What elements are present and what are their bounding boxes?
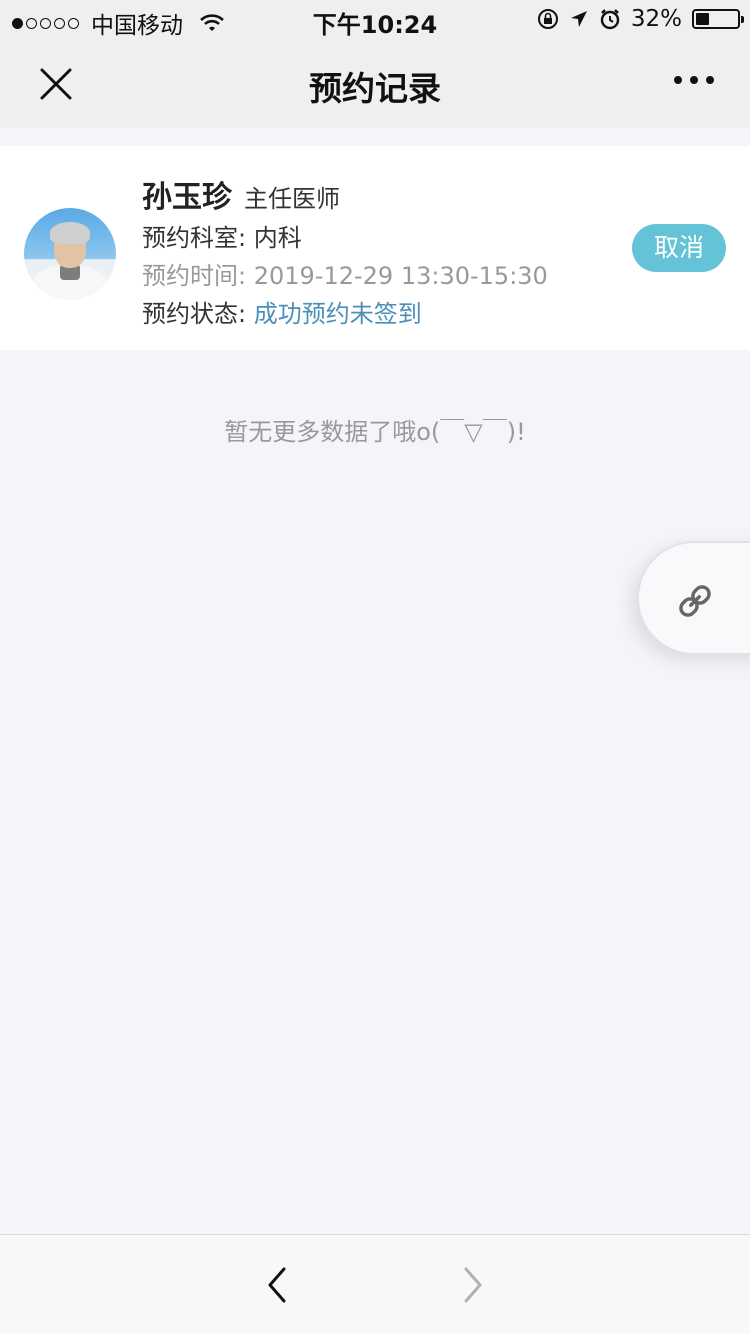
dept-value: 内科 bbox=[253, 224, 302, 252]
dept-label: 预约科室: bbox=[142, 224, 254, 252]
doctor-title: 主任医师 bbox=[244, 185, 340, 213]
cancel-button[interactable]: 取消 bbox=[632, 224, 726, 272]
doctor-avatar bbox=[24, 208, 116, 300]
time-value: 2019-12-29 13:30-15:30 bbox=[253, 262, 548, 290]
appointment-time: 预约时间: 2019-12-29 13:30-15:30 bbox=[142, 256, 548, 291]
chevron-left-icon[interactable] bbox=[262, 1265, 292, 1305]
wifi-icon bbox=[200, 14, 224, 31]
floating-link-button[interactable] bbox=[637, 541, 750, 655]
battery-level bbox=[696, 13, 709, 25]
appointment-dept: 预约科室: 内科 bbox=[142, 218, 302, 253]
chevron-right-icon[interactable] bbox=[458, 1265, 488, 1305]
status-right: 32% bbox=[537, 6, 744, 32]
rotation-lock-icon bbox=[537, 9, 558, 29]
doctor-name: 孙玉珍 bbox=[142, 180, 232, 215]
empty-message: 暂无更多数据了哦o(￣▽￣)! bbox=[224, 418, 526, 446]
more-icon[interactable] bbox=[674, 76, 714, 84]
status-value: 成功预约未签到 bbox=[253, 300, 422, 328]
carrier-name: 中国移动 bbox=[91, 13, 183, 39]
appointment-status: 预约状态: 成功预约未签到 bbox=[142, 294, 422, 329]
appointment-card: 孙玉珍 主任医师 预约科室: 内科 预约时间: 2019-12-29 13:30… bbox=[0, 146, 750, 350]
battery-icon bbox=[692, 9, 744, 29]
link-icon bbox=[679, 585, 711, 617]
doctor-header: 孙玉珍 主任医师 bbox=[142, 172, 340, 216]
time-label: 预约时间: bbox=[142, 262, 254, 290]
nav-bar: 预约记录 bbox=[0, 40, 750, 128]
bottom-toolbar bbox=[0, 1234, 750, 1334]
status-bar: 中国移动 下午10:24 32% bbox=[0, 0, 750, 40]
battery-percent: 32% bbox=[630, 6, 682, 32]
location-icon bbox=[570, 11, 587, 27]
signal-icon bbox=[12, 17, 79, 29]
status-label: 预约状态: bbox=[142, 300, 254, 328]
page-title: 预约记录 bbox=[309, 69, 441, 108]
alarm-icon bbox=[600, 9, 620, 30]
status-left: 中国移动 bbox=[12, 6, 225, 40]
